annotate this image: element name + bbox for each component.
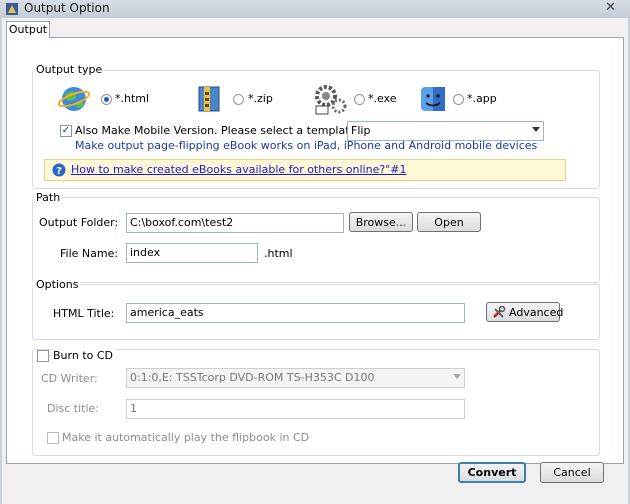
zip-archive-icon	[198, 86, 220, 112]
file-name-label: File Name:	[60, 247, 119, 260]
radio-html[interactable]	[101, 94, 112, 105]
file-extension: .html	[264, 247, 293, 260]
open-button[interactable]: Open	[417, 212, 481, 232]
burn-to-cd-label: Burn to CD	[51, 349, 116, 362]
advanced-label: Advanced	[509, 306, 564, 319]
disc-title-input[interactable]: 1	[126, 399, 465, 419]
radio-exe-label: *.exe	[368, 92, 397, 105]
mobile-hint: Make output page-flipping eBook works on…	[75, 139, 538, 152]
chevron-down-icon	[532, 127, 540, 132]
autoplay-label: Make it automatically play the flipbook …	[62, 431, 310, 444]
cd-writer-select[interactable]: 0:1:0,E: TSSTcorp DVD-ROM TS-H353C D100	[126, 368, 465, 388]
mobile-version-checkbox[interactable]: ✓	[60, 125, 72, 137]
app-icon	[6, 3, 18, 15]
html-title-label: HTML Title:	[53, 307, 115, 320]
html-title-input[interactable]: america_eats	[126, 303, 465, 323]
svg-text:?: ?	[56, 166, 62, 177]
path-group	[32, 197, 600, 283]
radio-zip-label: *.zip	[248, 92, 273, 105]
output-type-label: Output type	[34, 63, 105, 76]
autoplay-checkbox[interactable]	[47, 432, 59, 444]
options-label: Options	[34, 278, 81, 291]
disc-title-label: Disc title:	[47, 402, 100, 415]
cd-writer-value: 0:1:0,E: TSSTcorp DVD-ROM TS-H353C D100	[130, 371, 375, 384]
output-folder-input[interactable]: C:\boxof.com\test2	[126, 213, 344, 233]
tools-icon	[493, 306, 506, 318]
radio-zip[interactable]	[233, 94, 244, 105]
cancel-button[interactable]: Cancel	[540, 462, 604, 483]
gears-exe-icon	[315, 85, 347, 115]
tab-panel-output: Output type *.html *.zip *.exe *.app ✓ A…	[6, 37, 624, 464]
help-link[interactable]: How to make created eBooks available for…	[71, 163, 406, 176]
help-box: ? How to make created eBooks available f…	[44, 159, 566, 181]
convert-button[interactable]: Convert	[458, 462, 526, 483]
burn-to-cd-checkbox[interactable]	[37, 350, 49, 362]
file-name-input[interactable]: index	[126, 243, 258, 263]
output-folder-label: Output Folder:	[39, 216, 119, 229]
title-bar: Output Option ✕	[0, 0, 630, 18]
globe-icon	[57, 87, 91, 111]
dialog-client: Output Output type *.html *.zip *.exe *.…	[2, 18, 628, 504]
radio-exe[interactable]	[354, 94, 365, 105]
mobile-template-value: Flip	[351, 124, 371, 137]
radio-app[interactable]	[453, 94, 464, 105]
close-icon[interactable]: ✕	[605, 0, 616, 15]
radio-app-label: *.app	[467, 92, 497, 105]
browse-button[interactable]: Browse...	[349, 212, 413, 232]
mac-finder-icon	[421, 87, 445, 111]
help-icon: ?	[52, 163, 66, 177]
radio-html-label: *.html	[115, 92, 150, 105]
tab-output[interactable]: Output	[6, 21, 50, 38]
mobile-template-select[interactable]: Flip	[347, 121, 544, 141]
advanced-button[interactable]: Advanced	[486, 302, 564, 322]
chevron-down-icon	[453, 374, 461, 379]
window-title: Output Option	[24, 1, 110, 15]
cd-writer-label: CD Writer:	[41, 372, 98, 385]
path-label: Path	[34, 191, 63, 204]
